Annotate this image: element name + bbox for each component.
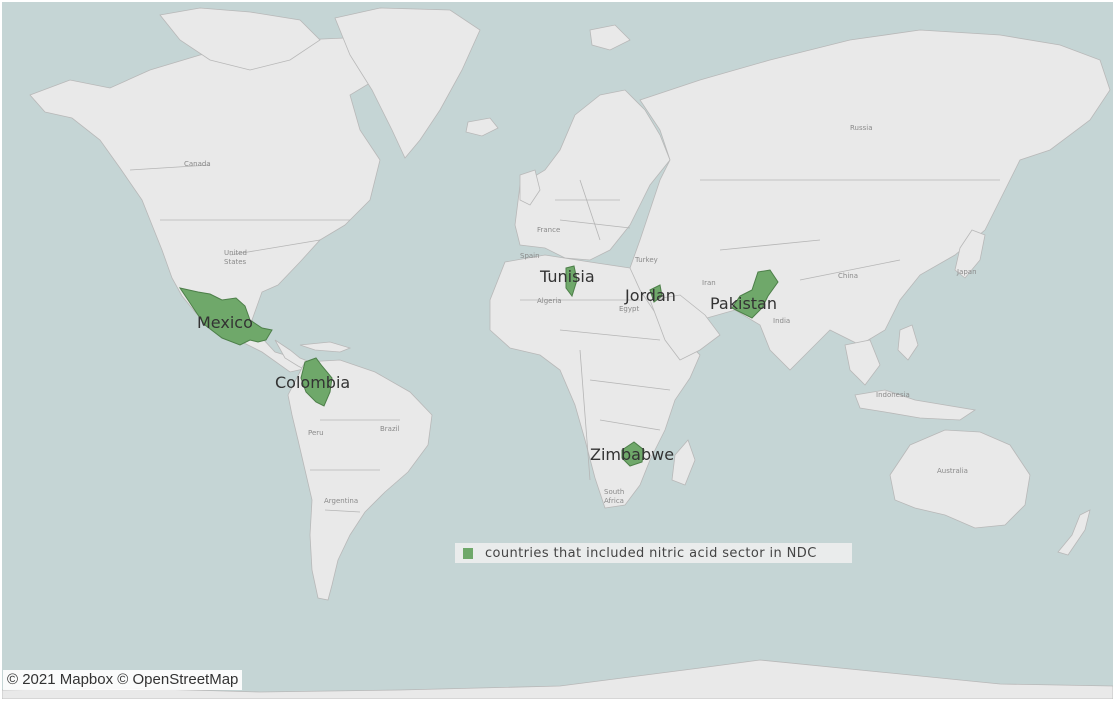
label-mexico: Mexico	[197, 313, 253, 332]
label-tunisia: Tunisia	[539, 267, 595, 286]
label-russia: Russia	[850, 124, 873, 132]
map-legend[interactable]: countries that included nitric acid sect…	[455, 543, 852, 563]
label-algeria: Algeria	[537, 297, 562, 305]
label-turkey: Turkey	[634, 256, 658, 264]
label-zimbabwe: Zimbabwe	[590, 445, 674, 464]
label-australia: Australia	[937, 467, 968, 475]
label-south-africa-1: South	[604, 488, 624, 496]
legend-label: countries that included nitric acid sect…	[485, 545, 817, 561]
label-japan: Japan	[956, 268, 977, 276]
world-map[interactable]: Canada United States Brazil Peru Argenti…	[2, 2, 1113, 699]
label-peru: Peru	[308, 429, 324, 437]
label-spain: Spain	[520, 252, 540, 260]
legend-swatch	[463, 547, 473, 559]
label-pakistan: Pakistan	[710, 294, 777, 313]
label-brazil: Brazil	[380, 425, 400, 433]
label-iran: Iran	[702, 279, 716, 287]
label-argentina: Argentina	[324, 497, 358, 505]
label-china: China	[838, 272, 858, 280]
label-united-states-1: United	[224, 249, 247, 257]
map-attribution[interactable]: © 2021 Mapbox © OpenStreetMap	[3, 670, 243, 690]
label-egypt: Egypt	[619, 305, 639, 313]
label-south-africa-2: Africa	[604, 497, 624, 505]
map-view[interactable]: Canada United States Brazil Peru Argenti…	[0, 0, 1115, 703]
label-canada: Canada	[184, 160, 211, 168]
label-france: France	[537, 226, 560, 234]
label-colombia: Colombia	[275, 373, 350, 392]
label-united-states-2: States	[224, 258, 247, 266]
label-india: India	[773, 317, 790, 325]
label-indonesia: Indonesia	[876, 391, 910, 399]
label-jordan: Jordan	[624, 286, 676, 305]
